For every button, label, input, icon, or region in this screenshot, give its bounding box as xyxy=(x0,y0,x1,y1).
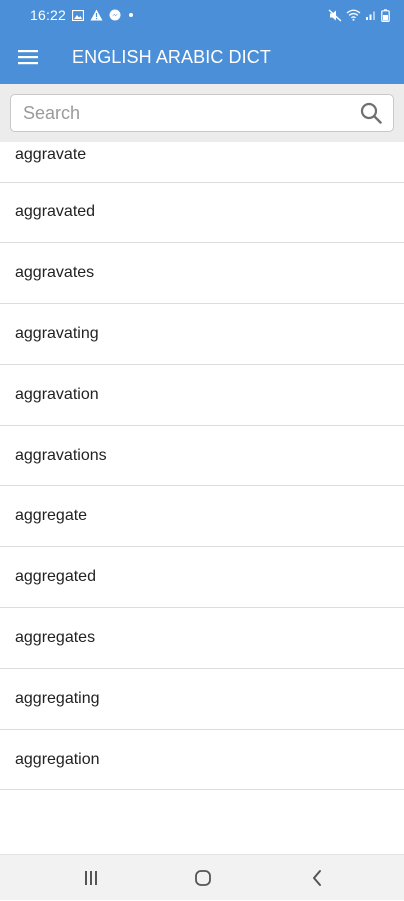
recent-apps-icon xyxy=(85,871,97,885)
messenger-icon xyxy=(109,9,121,21)
list-item[interactable]: aggravations xyxy=(0,426,404,487)
list-item[interactable]: aggravating xyxy=(0,304,404,365)
status-left-group: 16:22 xyxy=(30,7,135,23)
signal-icon xyxy=(365,9,377,21)
list-item[interactable]: aggregated xyxy=(0,547,404,609)
list-item[interactable]: aggravate xyxy=(0,142,404,183)
search-input[interactable] xyxy=(11,95,353,131)
alert-icon xyxy=(90,9,103,21)
hamburger-menu-icon xyxy=(18,50,38,65)
search-box xyxy=(10,94,394,132)
system-nav-bar xyxy=(0,854,404,900)
back-button[interactable] xyxy=(287,855,347,901)
word-list: aggravate aggravated aggravates aggravat… xyxy=(0,142,404,791)
image-icon xyxy=(72,9,85,21)
battery-icon xyxy=(381,8,390,22)
wifi-icon xyxy=(346,9,361,21)
status-bar: 16:22 xyxy=(0,0,404,30)
status-right-group xyxy=(328,8,390,22)
mute-icon xyxy=(328,8,342,22)
list-item[interactable]: aggravation xyxy=(0,365,404,426)
app-title: ENGLISH ARABIC DICT xyxy=(72,46,271,67)
list-item[interactable]: aggravates xyxy=(0,243,404,305)
app-bar: ENGLISH ARABIC DICT xyxy=(0,30,404,84)
hamburger-menu-button[interactable] xyxy=(0,30,56,84)
search-icon[interactable] xyxy=(353,95,389,131)
list-item[interactable]: aggregates xyxy=(0,608,404,669)
list-item[interactable]: aggravated xyxy=(0,183,404,244)
search-bar-container xyxy=(0,84,404,142)
list-item[interactable]: aggregate xyxy=(0,486,404,548)
recent-apps-button[interactable] xyxy=(61,855,121,901)
dot-icon xyxy=(127,11,135,19)
home-icon xyxy=(195,870,211,886)
list-item[interactable]: aggregating xyxy=(0,669,404,730)
home-button[interactable] xyxy=(173,855,233,901)
status-time: 16:22 xyxy=(30,7,67,23)
back-icon xyxy=(313,870,321,886)
list-item[interactable]: aggregation xyxy=(0,730,404,791)
